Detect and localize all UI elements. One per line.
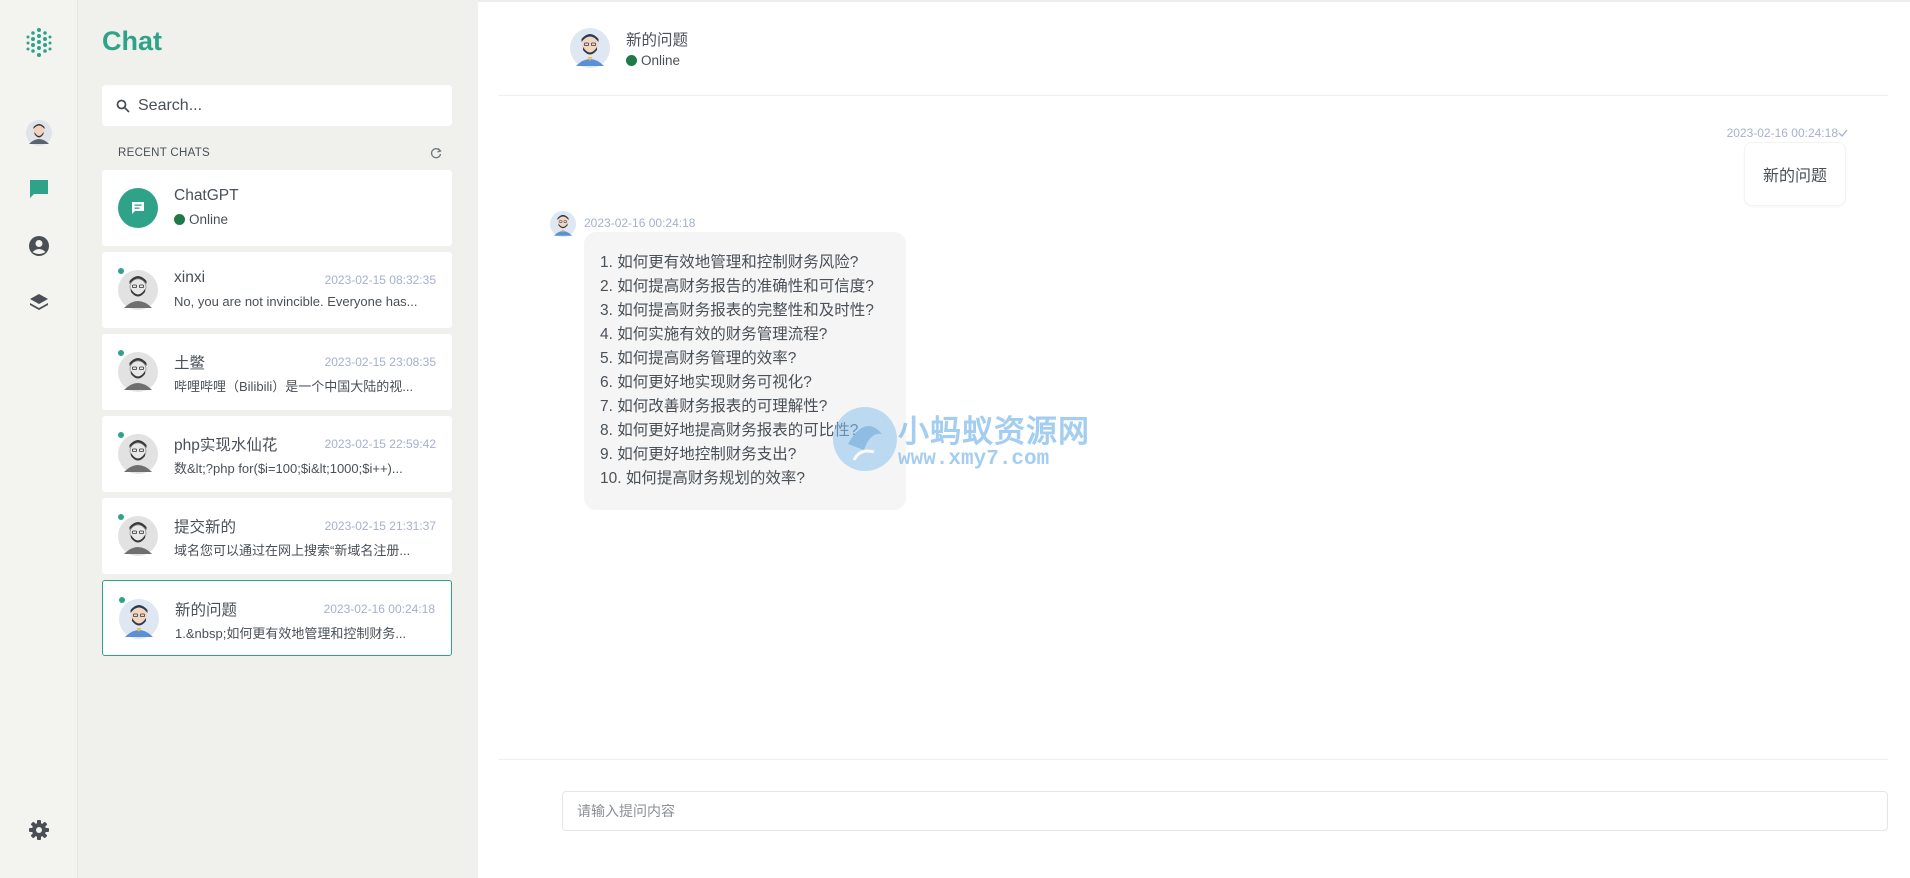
chat-time: 2023-02-16 00:24:18: [323, 602, 435, 616]
chat-item[interactable]: 新的问题 2023-02-16 00:24:18 1.&nbsp;如何更有效地管理和…: [102, 580, 452, 656]
reply-line: 5. 如何提高财务管理的效率?: [600, 350, 797, 367]
reply-line: 4. 如何实施有效的财务管理流程?: [600, 326, 828, 343]
chat-name: 土鳖: [174, 355, 206, 372]
chat-name: 新的问题: [175, 602, 238, 619]
chat-item[interactable]: php实现水仙花 2023-02-15 22:59:42 数&lt;?php for…: [102, 416, 452, 492]
online-dot: [174, 214, 185, 225]
logo-icon[interactable]: [0, 23, 78, 63]
chat-preview: No, you are not invincible. Everyone has…: [174, 294, 418, 309]
search-box: [102, 85, 452, 126]
watermark: 小蚂蚁资源网 www.xmy7.com: [830, 404, 1090, 474]
user-circle-icon[interactable]: [0, 226, 78, 266]
reply-line: 1. 如何更有效地管理和控制财务风险?: [600, 254, 859, 271]
chat-time: 2023-02-15 23:08:35: [324, 355, 436, 369]
message-icon: [118, 188, 158, 228]
gear-icon[interactable]: [0, 810, 78, 850]
watermark-logo-icon: [833, 407, 897, 471]
message-composer: [498, 759, 1888, 878]
avatar: [550, 211, 576, 237]
chat-item[interactable]: xinxi 2023-02-15 08:32:35 No, you are not …: [102, 252, 452, 328]
recent-chats-header: RECENT CHATS: [118, 145, 442, 161]
recent-chats-label: RECENT CHATS: [118, 147, 210, 159]
avatar: [118, 352, 158, 392]
sent-message-bubble: 新的问题: [1743, 142, 1846, 206]
message-input[interactable]: [562, 791, 1888, 831]
reply-line: 2. 如何提高财务报告的准确性和可信度?: [600, 278, 874, 295]
profile-avatar-icon[interactable]: [0, 113, 78, 153]
chat-icon[interactable]: [0, 169, 78, 209]
search-icon: [116, 99, 130, 113]
chat-preview: 哔哩哔哩（Bilibili）是一个中国大陆的视...: [174, 379, 414, 394]
panel-title: Chat: [102, 26, 162, 56]
avatar: [118, 434, 158, 474]
search-input[interactable]: [138, 96, 438, 115]
online-dot: [626, 55, 637, 66]
reply-line: 3. 如何提高财务报表的完整性和及时性?: [600, 302, 874, 319]
chat-time: 2023-02-15 08:32:35: [324, 273, 436, 287]
chat-preview: 域名您可以通过在网上搜索“新域名注册...: [174, 543, 411, 558]
avatar: [570, 28, 610, 68]
reply-message-time: 2023-02-16 00:24:18: [584, 216, 696, 230]
refresh-icon[interactable]: [430, 147, 442, 159]
avatar: [118, 270, 158, 310]
chat-name: php实现水仙花: [174, 437, 278, 454]
chat-name: xinxi: [174, 269, 206, 286]
chat-preview: 数&lt;?php for($i=100;$i&lt;1000;$i++)...: [174, 461, 403, 476]
icon-rail: [0, 0, 78, 878]
chat-name: ChatGPT: [174, 187, 239, 204]
check-icon: [1838, 129, 1848, 137]
avatar: [118, 516, 158, 556]
sent-message-time: 2023-02-16 00:24:18: [1727, 126, 1848, 140]
chat-time: 2023-02-15 21:31:37: [324, 519, 436, 533]
conversation-area: 新的问题 Online 2023-02-16 00:24:18 新的问题 202…: [478, 0, 1910, 878]
chat-preview: 1.&nbsp;如何更有效地管理和控制财务...: [175, 626, 407, 641]
layers-icon[interactable]: [0, 283, 78, 323]
chat-name: 提交新的: [174, 519, 237, 536]
chat-app: Chat RECENT CHATS ChatGPT: [0, 0, 1910, 878]
status-badge: Online: [174, 212, 228, 227]
chat-item[interactable]: 提交新的 2023-02-15 21:31:37 域名您可以通过在网上搜索“新域名注…: [102, 498, 452, 574]
conversation-title: 新的问题: [626, 32, 689, 49]
chat-time: 2023-02-15 22:59:42: [324, 437, 436, 451]
chat-item[interactable]: 土鳖 2023-02-15 23:08:35 哔哩哔哩（Bilibili）是一个中国…: [102, 334, 452, 410]
chat-item-chatgpt[interactable]: ChatGPT Online: [102, 170, 452, 246]
avatar: [119, 599, 159, 639]
conversation-header: 新的问题 Online: [498, 2, 1888, 96]
reply-line: 6. 如何更好地实现财务可视化?: [600, 374, 812, 391]
status-badge: Online: [626, 53, 680, 68]
chat-list-panel: Chat RECENT CHATS ChatGPT: [78, 0, 478, 878]
